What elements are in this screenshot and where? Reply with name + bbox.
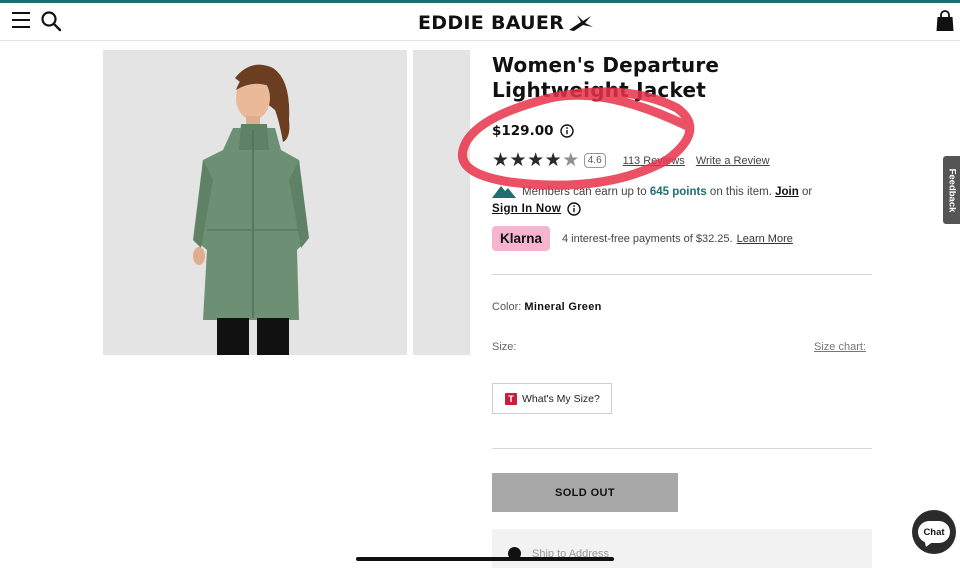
color-value: Mineral Green bbox=[524, 301, 602, 313]
whats-my-size-button[interactable]: T What's My Size? bbox=[492, 383, 612, 414]
chat-label: Chat bbox=[923, 526, 945, 538]
join-link[interactable]: Join bbox=[775, 186, 799, 198]
info-icon[interactable] bbox=[559, 124, 574, 138]
star-filled-icon: ★ bbox=[527, 150, 545, 171]
home-indicator bbox=[356, 557, 614, 561]
points-value: 645 points bbox=[649, 186, 707, 198]
brand-name: EDDIE BAUER bbox=[418, 12, 565, 34]
product-main-image[interactable] bbox=[103, 50, 407, 355]
chat-button[interactable]: Chat bbox=[912, 510, 956, 554]
klarna-row: Klarna 4 interest-free payments of $32.2… bbox=[492, 226, 793, 251]
product-title: Women's Departure Lightweight Jacket bbox=[492, 53, 720, 102]
color-label: Color: bbox=[492, 301, 522, 313]
size-label: Size: bbox=[492, 341, 517, 353]
star-partial-icon: ★ bbox=[562, 150, 580, 171]
members-text: Members can earn up to bbox=[522, 186, 650, 198]
learn-more-link[interactable]: Learn More bbox=[737, 233, 793, 245]
write-review-link[interactable]: Write a Review bbox=[696, 155, 770, 167]
price-row: $129.00 bbox=[492, 123, 574, 139]
rating-value-badge: 4.6 bbox=[583, 153, 606, 168]
members-text-after: on this item. bbox=[706, 186, 776, 198]
search-icon[interactable] bbox=[40, 10, 62, 32]
chat-bubble-icon: Chat bbox=[918, 521, 950, 543]
brand-logo[interactable]: EDDIE BAUER bbox=[418, 12, 594, 34]
sign-in-link[interactable]: Sign In Now bbox=[492, 201, 561, 217]
mountain-icon bbox=[492, 186, 516, 198]
goose-logo-icon bbox=[569, 15, 594, 31]
reviews-link[interactable]: 113 Reviews bbox=[623, 155, 685, 167]
shopping-bag-icon[interactable] bbox=[936, 10, 954, 32]
star-filled-icon: ★ bbox=[544, 150, 562, 171]
feedback-tab[interactable]: Feedback bbox=[943, 156, 960, 224]
site-header: EDDIE BAUER bbox=[0, 3, 960, 41]
product-price: $129.00 bbox=[492, 123, 554, 139]
info-icon[interactable] bbox=[567, 202, 581, 216]
model-wearing-jacket-illustration bbox=[103, 50, 407, 355]
star-rating: ★ ★ ★ ★ ★ bbox=[492, 151, 580, 170]
klarna-text: 4 interest-free payments of $32.25. bbox=[562, 232, 733, 245]
divider bbox=[492, 274, 872, 275]
whats-my-size-label: What's My Size? bbox=[522, 392, 600, 405]
klarna-badge: Klarna bbox=[492, 226, 550, 251]
color-row: Color: Mineral Green bbox=[492, 301, 602, 313]
members-points-info: Members can earn up to 645 points on thi… bbox=[492, 184, 852, 217]
members-or: or bbox=[798, 186, 813, 198]
size-chart-link[interactable]: Size chart: bbox=[814, 341, 866, 353]
divider bbox=[492, 448, 872, 449]
rating-row: ★ ★ ★ ★ ★ 4.6 113 Reviews Write a Review bbox=[492, 151, 770, 170]
star-filled-icon: ★ bbox=[492, 150, 510, 171]
hamburger-menu-icon[interactable] bbox=[12, 12, 30, 28]
star-filled-icon: ★ bbox=[509, 150, 527, 171]
sold-out-button[interactable]: SOLD OUT bbox=[492, 473, 678, 512]
true-fit-icon: T bbox=[505, 392, 517, 405]
feedback-label: Feedback bbox=[946, 168, 958, 212]
ship-to-address-option[interactable]: Ship to Address bbox=[492, 529, 872, 568]
